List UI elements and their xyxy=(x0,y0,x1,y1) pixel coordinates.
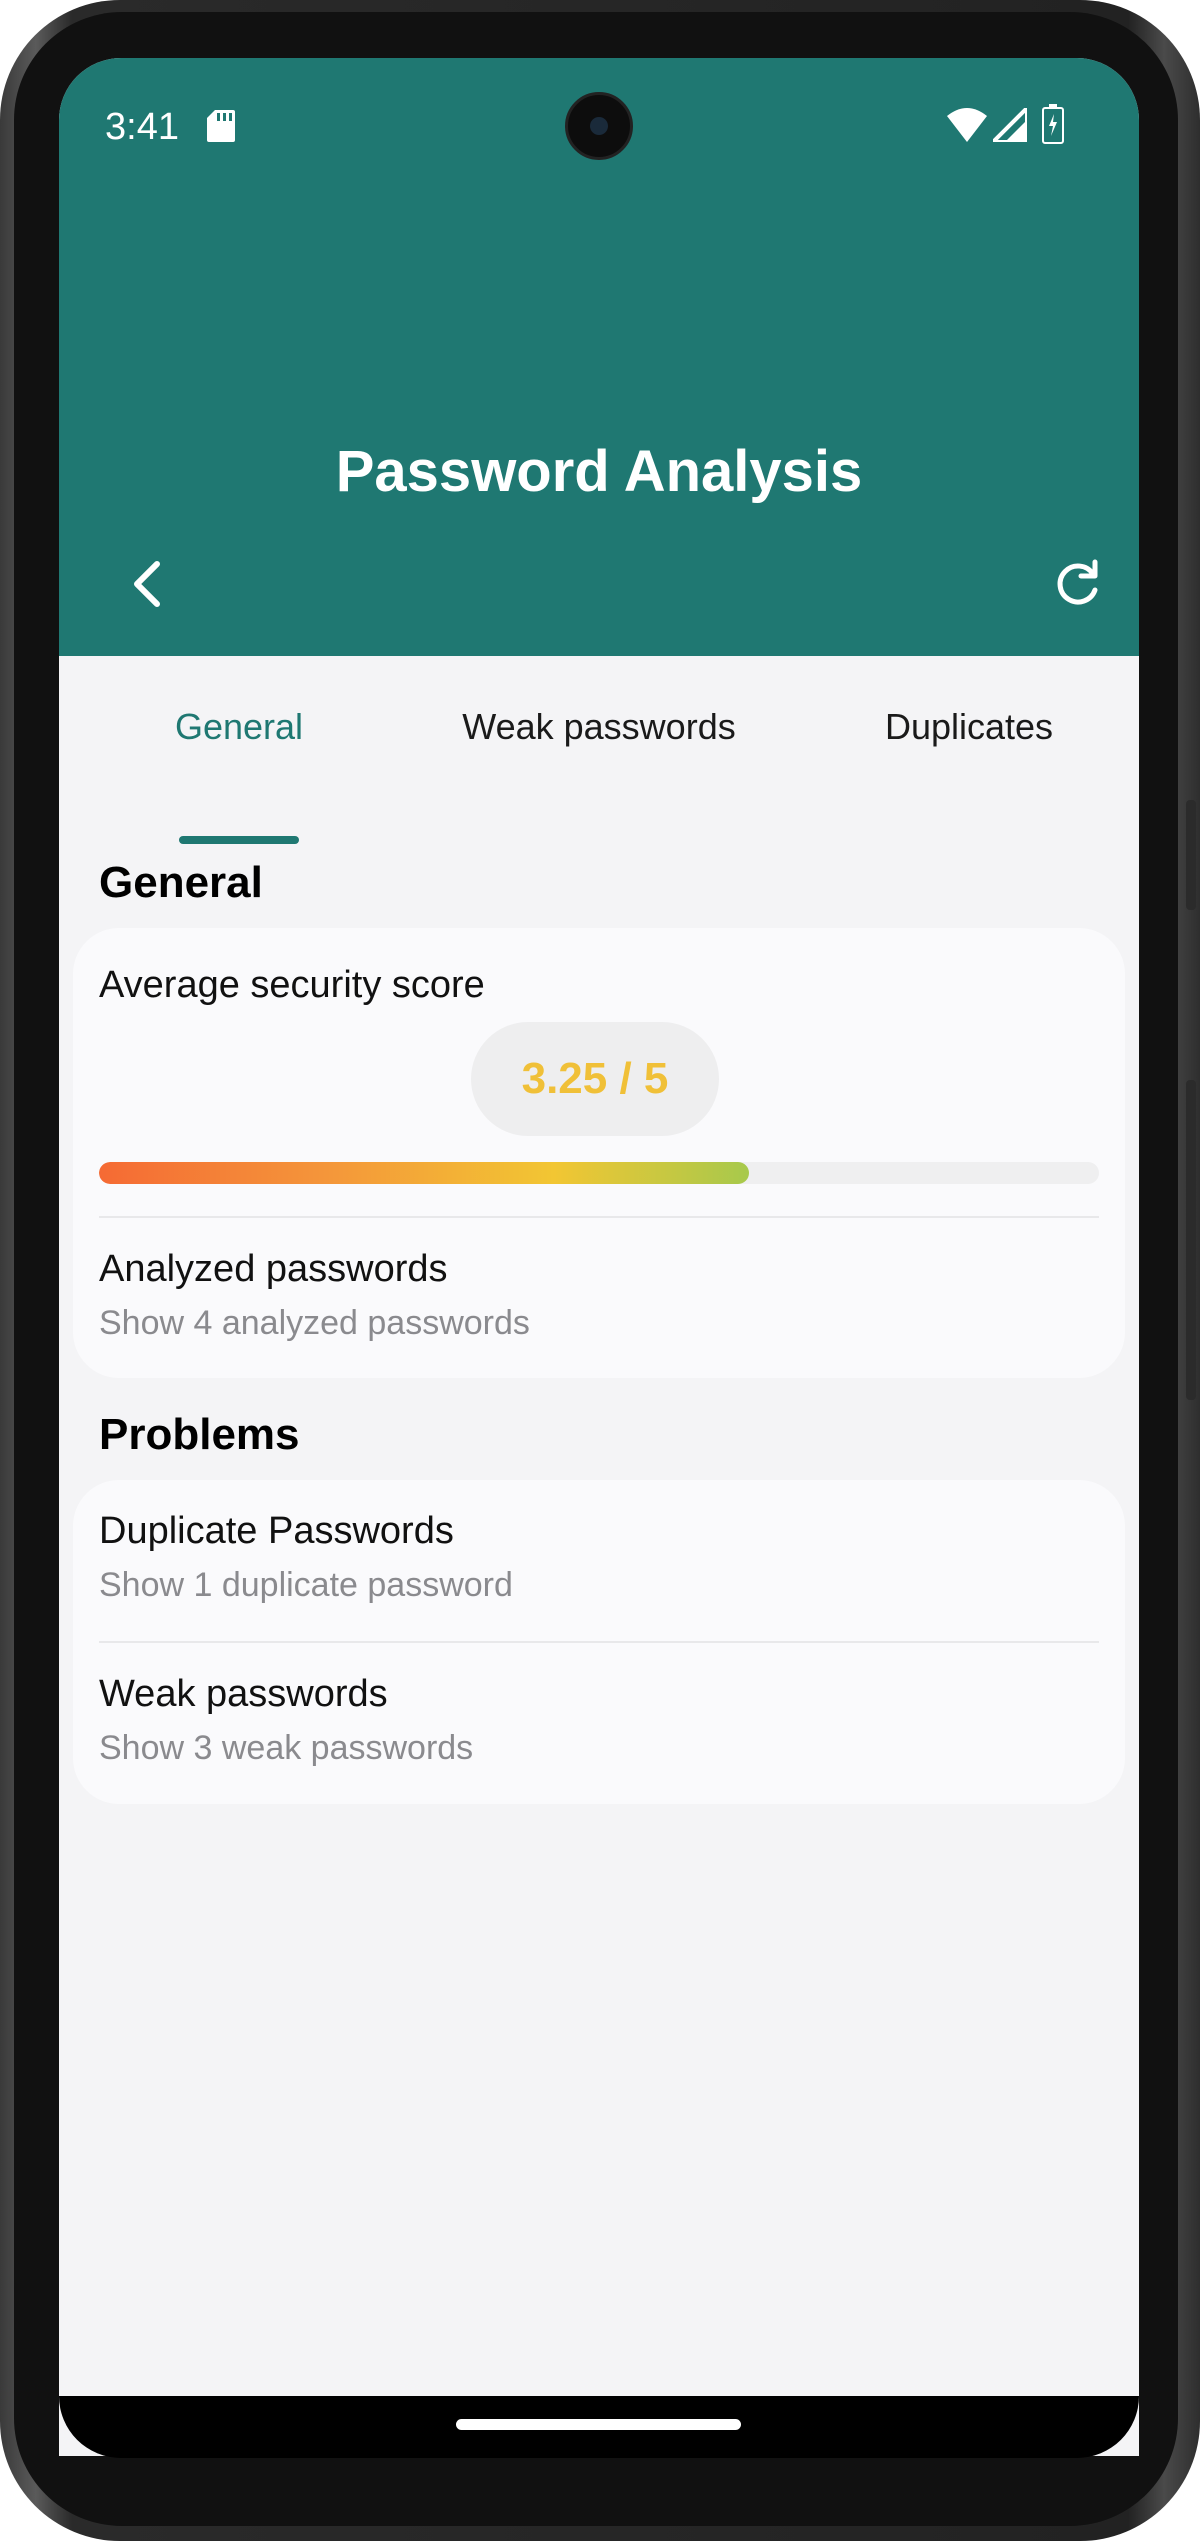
front-camera xyxy=(565,92,633,160)
general-card: Average security score 3.25 / 5 Analyzed… xyxy=(73,928,1125,1378)
tab-bar: General Weak passwords Duplicates xyxy=(59,656,1139,786)
sd-card-icon xyxy=(207,110,235,142)
battery-icon xyxy=(1042,104,1064,144)
duplicate-passwords-subtitle: Show 1 duplicate password xyxy=(99,1566,513,1604)
problems-heading: Problems xyxy=(99,1410,300,1459)
problems-card: Duplicate Passwords Show 1 duplicate pas… xyxy=(73,1480,1125,1804)
wifi-icon xyxy=(947,108,987,142)
refresh-icon xyxy=(1057,559,1098,605)
back-button[interactable] xyxy=(119,542,179,622)
weak-passwords-row[interactable]: Weak passwords Show 3 weak passwords xyxy=(73,1643,1125,1803)
score-value: 3.25 / 5 xyxy=(521,1054,669,1103)
tab-duplicates[interactable]: Duplicates xyxy=(849,706,1089,748)
screen: 3:41 Password Analysis General Weak pass… xyxy=(59,58,1139,2456)
page-title: Password Analysis xyxy=(335,439,863,504)
score-progress-track xyxy=(99,1162,1099,1184)
general-heading: General xyxy=(99,858,263,907)
status-time: 3:41 xyxy=(105,106,179,148)
weak-passwords-title: Weak passwords xyxy=(99,1673,388,1715)
refresh-button[interactable] xyxy=(1049,542,1109,622)
weak-passwords-subtitle: Show 3 weak passwords xyxy=(99,1729,474,1767)
tab-weak-passwords[interactable]: Weak passwords xyxy=(439,706,759,748)
power-button xyxy=(1186,800,1196,910)
analyzed-passwords-row[interactable]: Analyzed passwords Show 4 analyzed passw… xyxy=(73,1218,1125,1378)
duplicate-passwords-title: Duplicate Passwords xyxy=(99,1510,454,1552)
signal-icon xyxy=(993,108,1027,142)
app-header: 3:41 Password Analysis xyxy=(59,58,1139,656)
tab-general[interactable]: General xyxy=(139,706,339,748)
score-label: Average security score xyxy=(99,964,485,1006)
score-progress-fill xyxy=(99,1162,749,1184)
active-tab-indicator xyxy=(179,836,299,844)
chevron-left-icon xyxy=(134,561,160,607)
volume-button xyxy=(1186,1080,1196,1400)
home-gesture-handle[interactable] xyxy=(456,2419,741,2430)
analyzed-passwords-subtitle: Show 4 analyzed passwords xyxy=(99,1304,530,1342)
analyzed-passwords-title: Analyzed passwords xyxy=(99,1248,448,1290)
duplicate-passwords-row[interactable]: Duplicate Passwords Show 1 duplicate pas… xyxy=(73,1480,1125,1640)
score-badge: 3.25 / 5 xyxy=(471,1022,719,1136)
